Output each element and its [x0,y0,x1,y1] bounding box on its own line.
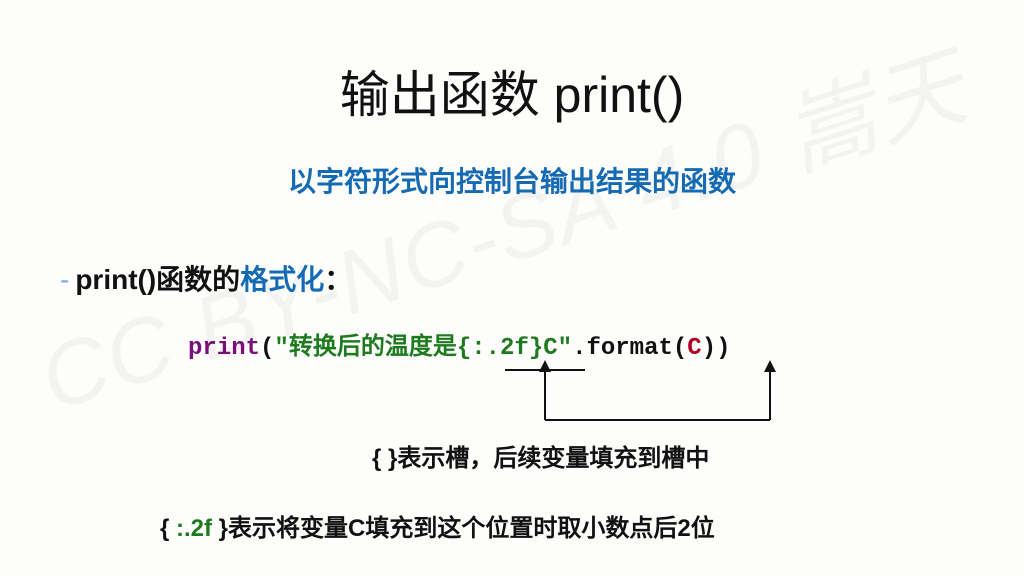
code-quote1: " [274,335,288,362]
heading-colon: ： [324,264,352,295]
note1-brace-l: { [372,445,388,472]
dash-mark: - [60,264,69,295]
note2-brace-r: } [212,515,228,542]
code-example: print("转换后的温度是{:.2f}C".format(C)) [188,326,731,362]
code-slot-close: } [529,335,543,362]
code-method: .format [572,335,673,362]
code-arg: C [687,335,701,362]
note2-brace-l: { [160,515,176,542]
code-lparen1: ( [260,335,274,362]
page-title: 输出函数 print() [0,55,1024,127]
code-lparen2: ( [673,335,687,362]
note2-text: 表示将变量C填充到这个位置时取小数点后2位 [228,515,715,542]
note-format-spec: { :.2f }表示将变量C填充到这个位置时取小数点后2位 [160,508,715,543]
code-string: 转换后的温度是 [289,335,457,362]
code-rparen1: ) [716,335,730,362]
code-quote2: " [558,335,572,362]
note1-text: 表示槽，后续变量填充到槽中 [397,445,709,472]
note2-token: :.2f [176,515,212,542]
annotation-arrow [505,360,805,440]
code-string-tail: C [543,335,557,362]
heading-pre: print()函数的 [75,264,240,295]
section-heading: -print()函数的格式化： [60,258,352,298]
heading-format-word: 格式化 [240,264,324,295]
code-slot-open: { [457,335,471,362]
code-rparen2: ) [702,335,716,362]
code-func: print [188,335,260,362]
code-slot-body: :.2f [471,335,529,362]
note1-brace-r: } [388,445,397,472]
subtitle: 以字符形式向控制台输出结果的函数 [0,160,1024,200]
note-slot: { }表示槽，后续变量填充到槽中 [372,438,709,473]
